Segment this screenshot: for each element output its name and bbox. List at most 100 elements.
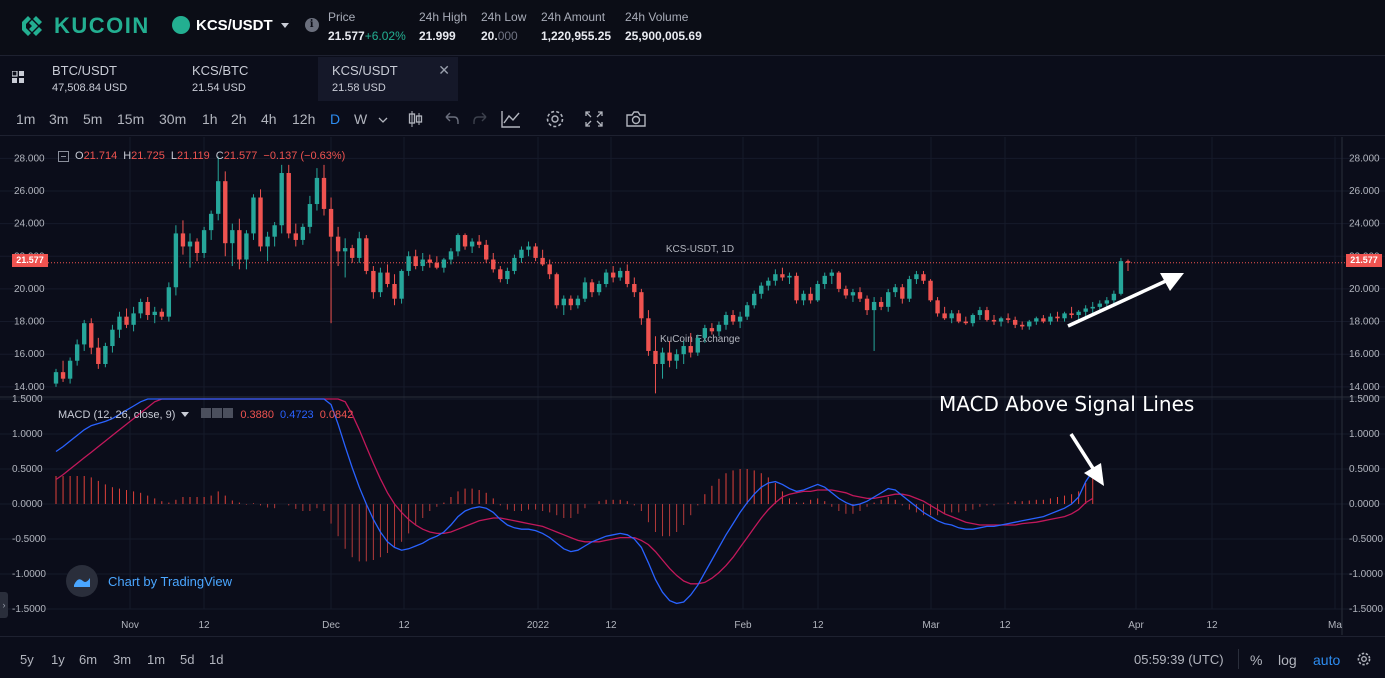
caret-down-icon [280, 22, 289, 28]
redo-icon[interactable] [470, 109, 492, 129]
macd-axis-label-right: -1.5000 [1349, 604, 1383, 615]
low-value-dim: 000 [497, 29, 518, 43]
candle-body [82, 323, 87, 345]
ohlc-legend: O21.714 H21.725 L21.119 C21.577 −0.137 (… [58, 150, 345, 162]
macd-hist-value: 0.3880 [240, 408, 275, 421]
stat-24h-volume: 24h Volume 25,900,005.69 [625, 10, 702, 43]
candle-body [60, 372, 66, 379]
utc-clock[interactable]: 05:59:39 (UTC) [1134, 652, 1224, 667]
timeframe-2h[interactable]: 2h [231, 111, 247, 127]
candles-icon[interactable] [404, 109, 426, 129]
camera-icon[interactable] [625, 109, 647, 129]
timeframe-12h[interactable]: 12h [292, 111, 315, 127]
candle-body [610, 272, 616, 278]
range-1m[interactable]: 1m [147, 652, 165, 667]
tab-kcs-usdt[interactable]: KCS/USDT 21.58 USD ✕ [318, 57, 458, 101]
tab-kcs-btc[interactable]: KCS/BTC 21.54 USD [178, 57, 318, 101]
range-1y[interactable]: 1y [51, 652, 65, 667]
ohlc-close-value: 21.577 [223, 150, 258, 162]
indicators-icon[interactable] [500, 109, 522, 129]
candle-body [89, 323, 94, 348]
layout-grid-icon[interactable] [12, 71, 24, 83]
candle-body [907, 279, 912, 299]
macd-axis-label-left: 0.0000 [12, 499, 43, 510]
side-panel-handle[interactable]: › [0, 592, 8, 618]
info-icon[interactable]: i [304, 18, 319, 32]
candle-body [1020, 324, 1025, 327]
candle-body [1048, 316, 1053, 322]
timeframe-15m[interactable]: 15m [117, 111, 144, 127]
tradingview-badge[interactable]: Chart by TradingView [66, 565, 232, 597]
auto-toggle[interactable]: auto [1313, 652, 1340, 668]
candle-body [1090, 306, 1095, 309]
caret-down-icon[interactable] [181, 412, 190, 417]
settings-icon[interactable] [1356, 651, 1372, 667]
candle-body [815, 284, 820, 301]
price-axis-label-left: 20.000 [14, 284, 45, 295]
pair-selector[interactable]: KCS/USDT i [172, 16, 319, 34]
candle-body [625, 270, 630, 285]
candle-body [216, 181, 221, 214]
fullscreen-icon[interactable] [583, 109, 605, 129]
stat-label: 24h Volume [625, 10, 689, 24]
stat-24h-amount: 24h Amount 1,220,955.25 [541, 10, 611, 43]
candle-body [808, 293, 813, 301]
range-5y[interactable]: 5y [20, 652, 34, 667]
macd-axis-label-right: 1.5000 [1349, 394, 1380, 405]
candle-body [364, 238, 369, 271]
percent-toggle[interactable]: % [1250, 652, 1262, 668]
candle-body [406, 256, 411, 271]
undo-icon[interactable] [440, 109, 462, 129]
gear-icon[interactable] [212, 408, 223, 418]
timeframe-d[interactable]: D [330, 111, 340, 127]
close-icon[interactable]: ✕ [438, 62, 450, 79]
stat-value: 20.000 [481, 29, 526, 43]
kucoin-logo[interactable]: KUCOIN [18, 12, 150, 40]
tab-btc-usdt[interactable]: BTC/USDT 47,508.84 USD [38, 57, 178, 101]
range-6m[interactable]: 6m [79, 652, 97, 667]
price-chart[interactable]: KCS-USDT, 1D KuCoin Exchange 28.000 28.000 2… [0, 137, 1385, 635]
macd-axis-label-left: -1.5000 [12, 604, 46, 615]
chevron-down-icon[interactable] [376, 109, 390, 129]
macd-axis-label-right: -0.5000 [1349, 534, 1383, 545]
candle-body [145, 301, 150, 316]
candle-body [928, 280, 933, 301]
candle-body [653, 350, 658, 364]
ohlc-high-value: 21.725 [131, 150, 165, 162]
timeframe-4h[interactable]: 4h [261, 111, 277, 127]
timeframe-w[interactable]: W [354, 111, 367, 127]
candle-body [716, 324, 722, 332]
range-5d[interactable]: 5d [180, 652, 194, 667]
tab-price: 21.54 USD [192, 82, 246, 94]
ohlc-close-label: C [215, 150, 224, 162]
candle-body [956, 313, 961, 322]
macd-arrow-head [1084, 463, 1104, 486]
collapse-icon[interactable] [58, 150, 69, 162]
macd-legend: MACD (12, 26, close, 9) 0.3880 0.4723 0.… [58, 408, 353, 421]
ohlc-open-value: 21.714 [83, 150, 118, 162]
candle-body [131, 313, 136, 325]
range-3m[interactable]: 3m [113, 652, 131, 667]
timeframe-1m[interactable]: 1m [16, 111, 35, 127]
chart-canvas[interactable]: KCS-USDT, 1D KuCoin Exchange 28.000 28.000 2… [0, 137, 1385, 635]
timeframe-30m[interactable]: 30m [159, 111, 186, 127]
ohlc-open: O21.714 [75, 150, 117, 162]
timeframe-1h[interactable]: 1h [202, 111, 218, 127]
time-axis-label: 2022 [527, 620, 550, 631]
eye-icon[interactable] [201, 408, 212, 418]
candle-body [455, 235, 461, 252]
stat-label: 24h High [419, 10, 468, 24]
close-icon[interactable] [223, 408, 234, 418]
log-toggle[interactable]: log [1278, 652, 1297, 668]
macd-axis-label-left: -0.5000 [12, 534, 46, 545]
candle-body [1083, 308, 1088, 312]
candle-body [1097, 303, 1102, 307]
timeframe-3m[interactable]: 3m [49, 111, 68, 127]
timeframe-5m[interactable]: 5m [83, 111, 102, 127]
macd-indicator-name[interactable]: MACD (12, 26, close, 9) [58, 409, 175, 421]
bottom-bar: 5y 1y 6m 3m 1m 5d 1d 05:59:39 (UTC) % lo… [0, 636, 1385, 678]
candle-body [871, 301, 877, 311]
range-1d[interactable]: 1d [209, 652, 223, 667]
settings-icon[interactable] [544, 109, 566, 129]
chart-toolbar: 1m 3m 5m 15m 30m 1h 2h 4h 12h D W [0, 102, 1385, 136]
